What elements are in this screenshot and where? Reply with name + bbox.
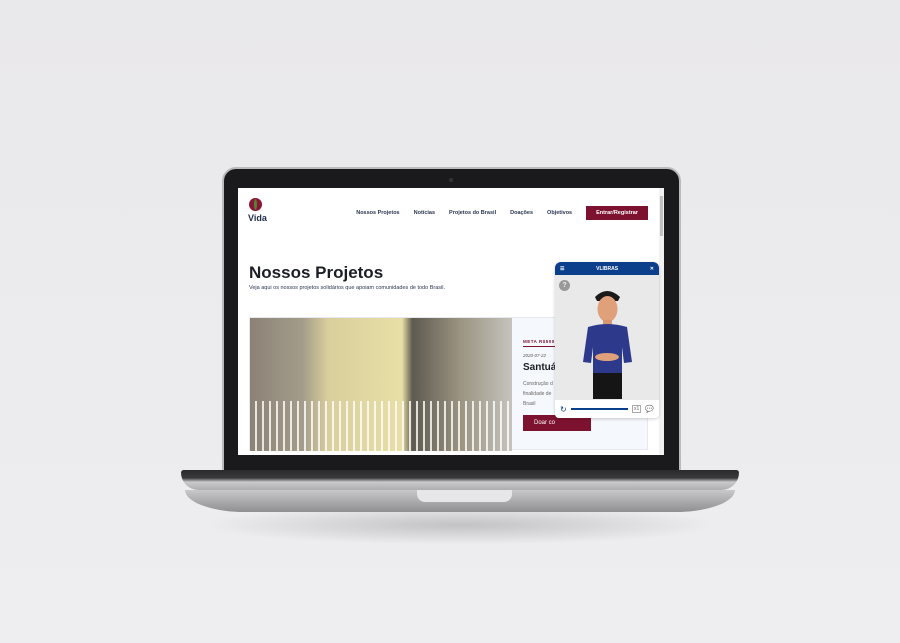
project-goal: META R$500 [523, 339, 555, 347]
laptop-base [181, 470, 739, 490]
page-subtitle: Veja aqui os nossos projetos solidários … [249, 285, 445, 291]
close-icon[interactable]: ✕ [650, 266, 654, 272]
nav-nossos-projetos[interactable]: Nossos Projetos [356, 210, 399, 216]
login-button[interactable]: Entrar/Registrar [586, 206, 648, 220]
replay-icon[interactable]: ↻ [560, 405, 567, 414]
scrollbar[interactable] [659, 188, 664, 455]
sign-language-avatar [583, 291, 632, 399]
laptop-notch [417, 490, 512, 502]
vlibras-widget: ☰ VLIBRAS ✕ ? ↻ x1 💬 [555, 262, 659, 418]
speed-button[interactable]: x1 [632, 405, 642, 413]
vlibras-title: VLIBRAS [596, 265, 619, 272]
progress-slider[interactable] [570, 408, 628, 410]
main-nav: Nossos Projetos Notícias Projetos do Bra… [356, 206, 648, 220]
nav-projetos-do-brasil[interactable]: Projetos do Brasil [449, 210, 496, 216]
nav-doacoes[interactable]: Doações [510, 210, 533, 216]
nav-noticias[interactable]: Notícias [414, 210, 435, 216]
subtitle-icon[interactable]: 💬 [645, 405, 654, 413]
menu-icon[interactable]: ☰ [560, 266, 564, 272]
brand-name[interactable]: Vida [248, 213, 267, 223]
nav-objetivos[interactable]: Objetivos [547, 210, 572, 216]
help-icon[interactable]: ? [559, 280, 570, 291]
webcam [449, 178, 453, 182]
project-photo [250, 318, 512, 451]
page-title: Nossos Projetos [249, 263, 384, 282]
logo-icon[interactable] [249, 198, 262, 211]
